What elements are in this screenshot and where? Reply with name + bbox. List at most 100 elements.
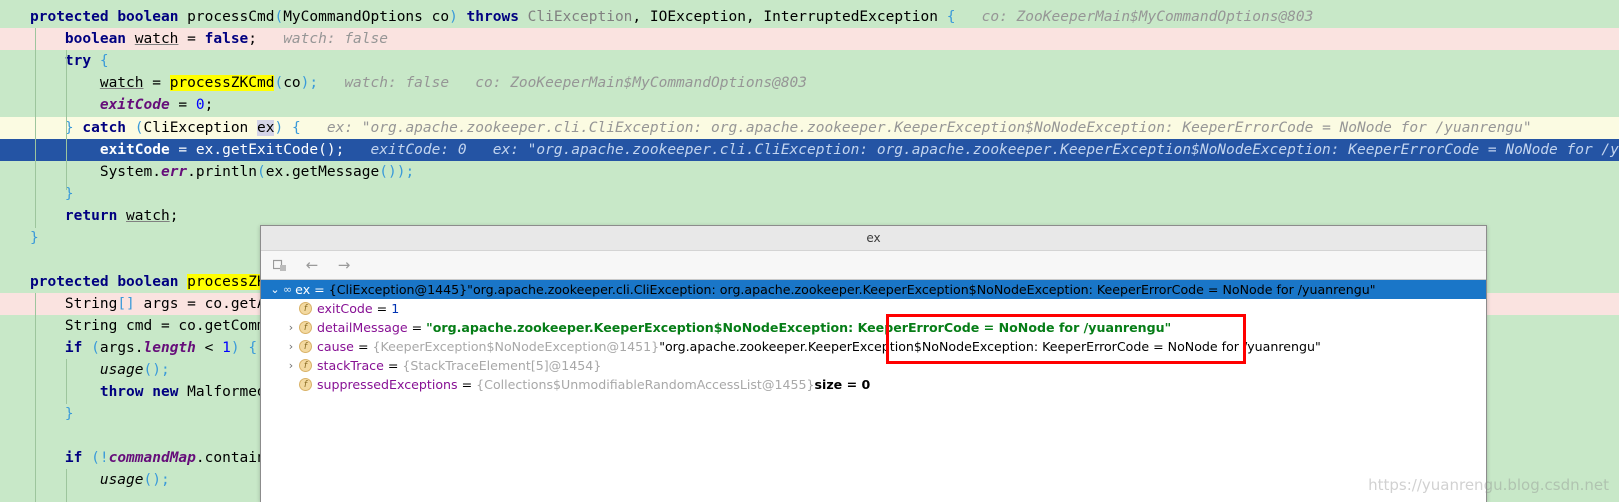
variable-name: ex [295, 282, 311, 297]
code-token: CliException [143, 120, 258, 136]
code-line[interactable]: System.err.println(ex.getMessage()); [0, 161, 1619, 183]
code-token: ( [257, 164, 266, 180]
variable-value: {StackTraceElement[5]@1454} [402, 358, 602, 373]
code-token: } [64, 406, 74, 422]
code-token: commandMap [108, 450, 196, 466]
code-token: .println [187, 164, 258, 180]
code-line[interactable]: exitCode = ex.getExitCode(); exitCode: 0… [0, 139, 1619, 161]
code-token: protected [30, 9, 118, 25]
back-arrow-icon[interactable]: ← [303, 256, 321, 274]
object-icon: ∞ [283, 283, 292, 296]
code-token: return [64, 208, 127, 224]
popup-toolbar[interactable]: ← → [261, 251, 1486, 280]
code-token: watch [134, 31, 179, 47]
debugger-inspect-popup[interactable]: ex ← → ⌄ ∞ ex = {CliException@1445} "org.apa… [260, 225, 1487, 502]
field-icon: f [299, 302, 312, 315]
code-line[interactable]: try { [0, 50, 1619, 72]
code-token: String [64, 296, 118, 312]
tree-row[interactable]: › f detailMessage = "org.apache.zookeeper.Ke… [261, 318, 1486, 337]
code-token: exitCode [99, 142, 170, 158]
code-token: (! [91, 450, 109, 466]
tree-row[interactable]: › f stackTrace = {StackTraceElement[5]@1454} [261, 356, 1486, 375]
code-token: ) [230, 340, 249, 356]
tree-row-selected[interactable]: ⌄ ∞ ex = {CliException@1445} "org.apache.zoo… [261, 280, 1486, 299]
equals-sign: = [357, 339, 369, 354]
code-token: co [283, 75, 301, 91]
code-token: false [204, 31, 249, 47]
code-token: ) [449, 9, 467, 25]
code-token: = [143, 75, 170, 91]
chevron-right-icon[interactable]: › [283, 337, 299, 356]
chevron-down-icon[interactable]: ⌄ [267, 280, 283, 299]
code-token: } [64, 120, 83, 136]
indent-guide [66, 50, 67, 190]
variable-name: detailMessage [317, 320, 408, 335]
code-token: ex [195, 142, 214, 158]
equals-sign: = [461, 377, 473, 392]
code-line[interactable]: boolean watch = false; watch: false [0, 28, 1619, 50]
code-token: length [143, 340, 196, 356]
code-token: ( [274, 75, 284, 91]
code-token: (); [318, 142, 345, 158]
code-token: (); [143, 362, 170, 378]
indent-guide [35, 28, 36, 228]
tree-row[interactable]: › f cause = {KeeperException$NoNodeException… [261, 337, 1486, 356]
chevron-right-icon[interactable]: › [283, 356, 299, 375]
code-token: ex: "org.apache.zookeeper.cli.CliExcepti… [300, 120, 1532, 136]
code-token: args = [143, 296, 205, 312]
field-icon: f [299, 340, 312, 353]
variable-name: cause [317, 339, 354, 354]
tree-row[interactable]: ·f exitCode=1 [261, 299, 1486, 318]
code-token: InterruptedException [763, 9, 947, 25]
code-token: System [99, 164, 153, 180]
code-line[interactable]: protected boolean processCmd(MyCommandOp… [0, 6, 1619, 28]
variable-value: {KeeperException$NoNodeException@1451} [372, 339, 660, 354]
code-token: try [64, 53, 100, 69]
variable-name: exitCode [317, 301, 373, 316]
field-icon: f [299, 359, 312, 372]
tree-row[interactable]: ·f suppressedExceptions={Collections$Unmo… [261, 375, 1486, 394]
variable-value: 1 [391, 301, 400, 316]
code-token: } [30, 230, 39, 246]
code-token: watch: false [257, 31, 388, 47]
code-token: () [379, 164, 397, 180]
code-token: IOException [649, 9, 746, 25]
code-token: throw [99, 384, 153, 400]
code-line[interactable]: } [0, 183, 1619, 205]
indent-guide [35, 293, 36, 502]
code-line[interactable]: } catch (CliException ex) { ex: "org.apa… [0, 117, 1619, 139]
code-token: < [195, 340, 223, 356]
inspect-icon[interactable] [271, 256, 289, 274]
code-token: boolean [117, 274, 188, 290]
code-line[interactable]: watch = processZKCmd(co); watch: false c… [0, 72, 1619, 94]
twisty-spacer: · [283, 299, 299, 318]
code-token: ); [300, 75, 319, 91]
chevron-right-icon[interactable]: › [283, 318, 299, 337]
code-token: exitCode [99, 97, 170, 113]
code-token: .getMessage [283, 164, 380, 180]
code-token: ; [169, 208, 179, 224]
code-token: boolean [117, 9, 188, 25]
forward-arrow-icon[interactable]: → [335, 256, 353, 274]
code-token: { [248, 340, 258, 356]
code-token: ( [91, 340, 100, 356]
code-token: watch: false co: ZooKeeperMain$MyCommand… [318, 75, 808, 91]
code-token: ) [274, 120, 292, 136]
code-line[interactable]: exitCode = 0; [0, 94, 1619, 116]
code-line[interactable]: return watch; [0, 205, 1619, 227]
code-token: err [160, 164, 188, 180]
twisty-spacer: · [283, 375, 299, 394]
variable-value: {CliException@1445} [328, 282, 468, 297]
code-token: , [745, 9, 764, 25]
code-token: ex [257, 120, 275, 136]
variable-name: suppressedExceptions [317, 377, 458, 392]
variable-tree[interactable]: ⌄ ∞ ex = {CliException@1445} "org.apache.zoo… [261, 280, 1486, 394]
code-token: co: ZooKeeperMain$MyCommandOptions@803 [955, 9, 1314, 25]
code-token: = [169, 97, 196, 113]
equals-sign: = [387, 358, 399, 373]
code-token: 1 [222, 340, 231, 356]
code-token: watch [126, 208, 170, 224]
